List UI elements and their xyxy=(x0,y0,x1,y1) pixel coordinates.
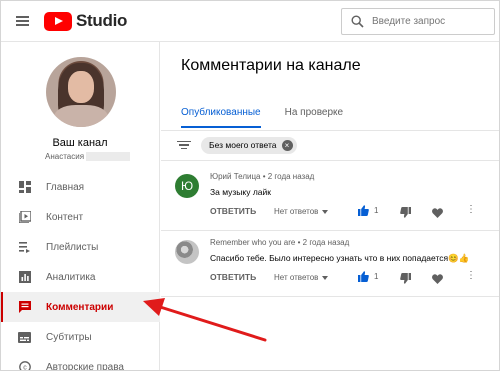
like-button[interactable]: 1 xyxy=(358,205,378,216)
tab-held-for-review[interactable]: На проверке xyxy=(285,107,343,128)
comment-item: Ю Юрий Телица • 2 года назад За музыку л… xyxy=(175,172,495,222)
tab-bar: Опубликованные На проверке xyxy=(181,107,367,128)
comment-actions: ОТВЕТИТЬ Нет ответов 1 ⋮ xyxy=(210,204,495,223)
comment-time[interactable]: 2 года назад xyxy=(303,238,350,247)
search-icon[interactable] xyxy=(342,9,372,34)
comment-header: Remember who you are • 2 года назад xyxy=(210,238,349,247)
comment-header: Юрий Телица • 2 года назад xyxy=(210,172,314,181)
tab-published[interactable]: Опубликованные xyxy=(181,107,261,128)
heart-icon xyxy=(432,208,443,218)
filter-icon[interactable] xyxy=(177,139,191,152)
reply-button[interactable]: ОТВЕТИТЬ xyxy=(210,272,256,282)
channel-name: Ваш канал xyxy=(52,137,108,149)
channel-avatar[interactable] xyxy=(46,57,116,127)
replies-dropdown[interactable]: Нет ответов xyxy=(274,273,329,282)
divider xyxy=(161,296,500,297)
close-icon[interactable]: × xyxy=(281,139,293,151)
sidebar-item-comments[interactable]: Комментарии xyxy=(0,292,160,322)
replies-dropdown[interactable]: Нет ответов xyxy=(274,207,329,216)
more-options-icon[interactable]: ⋮ xyxy=(466,270,476,281)
sidebar-item-label: Контент xyxy=(46,211,84,223)
sidebar: Ваш канал Анастасия Главная Контент Плей… xyxy=(0,42,160,371)
youtube-play-icon xyxy=(44,11,72,31)
thumbs-up-icon xyxy=(358,271,369,282)
divider xyxy=(161,130,500,131)
like-button[interactable]: 1 xyxy=(358,271,378,282)
commenter-avatar[interactable] xyxy=(175,240,199,264)
logo-text: Studio xyxy=(76,11,128,30)
video-library-icon xyxy=(18,211,31,224)
main-content: Комментарии на канале Опубликованные На … xyxy=(161,42,500,371)
sidebar-item-label: Плейлисты xyxy=(46,241,99,253)
divider xyxy=(161,160,500,161)
filter-chip[interactable]: Без моего ответа × xyxy=(201,136,297,154)
comment-author[interactable]: Remember who you are xyxy=(210,238,295,247)
comment-time[interactable]: 2 года назад xyxy=(268,172,315,181)
dislike-button[interactable] xyxy=(400,271,411,289)
top-bar: Studio xyxy=(0,0,500,42)
more-options-icon[interactable]: ⋮ xyxy=(466,204,476,215)
thumbs-down-icon xyxy=(400,207,411,218)
subtitles-icon xyxy=(18,331,31,344)
redacted-text xyxy=(86,152,131,161)
heart-button[interactable] xyxy=(432,205,443,223)
analytics-icon xyxy=(18,271,31,284)
chevron-down-icon xyxy=(322,209,329,214)
comment-item: Remember who you are • 2 года назад Спас… xyxy=(175,238,495,288)
dislike-button[interactable] xyxy=(400,205,411,223)
heart-button[interactable] xyxy=(432,271,443,289)
filter-chip-label: Без моего ответа xyxy=(209,140,277,150)
svg-text:c: c xyxy=(23,365,27,371)
sidebar-item-dashboard[interactable]: Главная xyxy=(0,172,160,202)
commenter-avatar[interactable]: Ю xyxy=(175,174,199,198)
page-title: Комментарии на канале xyxy=(181,57,361,74)
divider xyxy=(161,230,500,231)
comment-author[interactable]: Юрий Телица xyxy=(210,172,260,181)
thumbs-down-icon xyxy=(400,273,411,284)
like-count: 1 xyxy=(374,206,379,215)
sidebar-item-label: Аналитика xyxy=(46,271,96,283)
comment-actions: ОТВЕТИТЬ Нет ответов 1 ⋮ xyxy=(210,270,495,289)
comment-icon xyxy=(18,301,31,314)
search-box[interactable] xyxy=(341,8,495,35)
sidebar-item-playlists[interactable]: Плейлисты xyxy=(0,232,160,262)
sidebar-item-subtitles[interactable]: Субтитры xyxy=(0,322,160,352)
comment-text: За музыку лайк xyxy=(210,187,271,197)
comment-text: Спасибо тебе. Было интересно узнать что … xyxy=(210,253,470,263)
thumbs-up-icon xyxy=(358,205,369,216)
search-input[interactable] xyxy=(372,16,490,27)
reply-button[interactable]: ОТВЕТИТЬ xyxy=(210,206,256,216)
chevron-down-icon xyxy=(322,275,329,280)
sidebar-item-copyright[interactable]: c Авторские права xyxy=(0,352,160,371)
dashboard-icon xyxy=(18,181,31,194)
sidebar-item-label: Субтитры xyxy=(46,331,92,343)
sidebar-item-label: Комментарии xyxy=(46,301,114,313)
copyright-icon: c xyxy=(18,361,31,371)
channel-owner-name: Анастасия xyxy=(45,152,85,161)
heart-icon xyxy=(432,274,443,284)
like-count: 1 xyxy=(374,272,379,281)
channel-owner: Анастасия xyxy=(45,152,131,161)
youtube-studio-logo[interactable]: Studio xyxy=(44,11,127,31)
replies-label: Нет ответов xyxy=(274,273,319,282)
playlist-icon xyxy=(18,241,31,254)
replies-label: Нет ответов xyxy=(274,207,319,216)
sidebar-item-label: Авторские права xyxy=(46,361,124,371)
sidebar-item-label: Главная xyxy=(46,181,85,193)
sidebar-item-analytics[interactable]: Аналитика xyxy=(0,262,160,292)
sidebar-nav: Главная Контент Плейлисты Аналитика Комм… xyxy=(0,172,160,371)
filter-bar: Без моего ответа × xyxy=(177,136,297,154)
sidebar-item-content[interactable]: Контент xyxy=(0,202,160,232)
menu-icon[interactable] xyxy=(16,16,29,26)
